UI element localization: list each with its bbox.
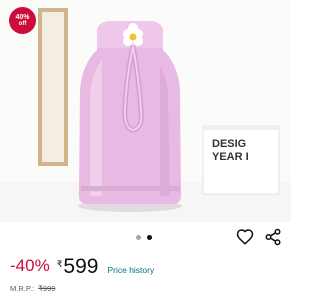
carousel-dots	[136, 235, 152, 240]
carousel-dot[interactable]	[136, 235, 141, 240]
discount-percent: -40%	[10, 256, 50, 275]
mrp-label: M.R.P.:	[10, 284, 35, 293]
price-history-link[interactable]: Price history	[107, 265, 154, 275]
badge-percent: 40%	[15, 14, 30, 21]
mrp-value: ₹999	[38, 284, 56, 293]
price-row: -40% ₹ 599 Price history	[10, 256, 154, 278]
svg-text:YEAR I: YEAR I	[212, 151, 249, 163]
badge-off-label: off	[18, 21, 27, 27]
mrp-row: M.R.P.: ₹999	[10, 284, 55, 293]
carousel-dot[interactable]	[147, 235, 152, 240]
currency-symbol: ₹	[56, 259, 63, 269]
heart-outline-icon	[236, 229, 254, 245]
design-box: DESIG YEAR I	[202, 125, 280, 195]
product-photo: DESIG YEAR I	[0, 0, 291, 222]
wishlist-button[interactable]	[236, 228, 254, 246]
price-value: 599	[63, 255, 99, 278]
svg-text:DESIG: DESIG	[212, 138, 246, 150]
share-button[interactable]	[264, 228, 282, 246]
discount-badge: 40% off	[9, 7, 36, 34]
product-image[interactable]: DESIG YEAR I 40% off	[0, 0, 291, 222]
share-icon	[265, 228, 281, 246]
